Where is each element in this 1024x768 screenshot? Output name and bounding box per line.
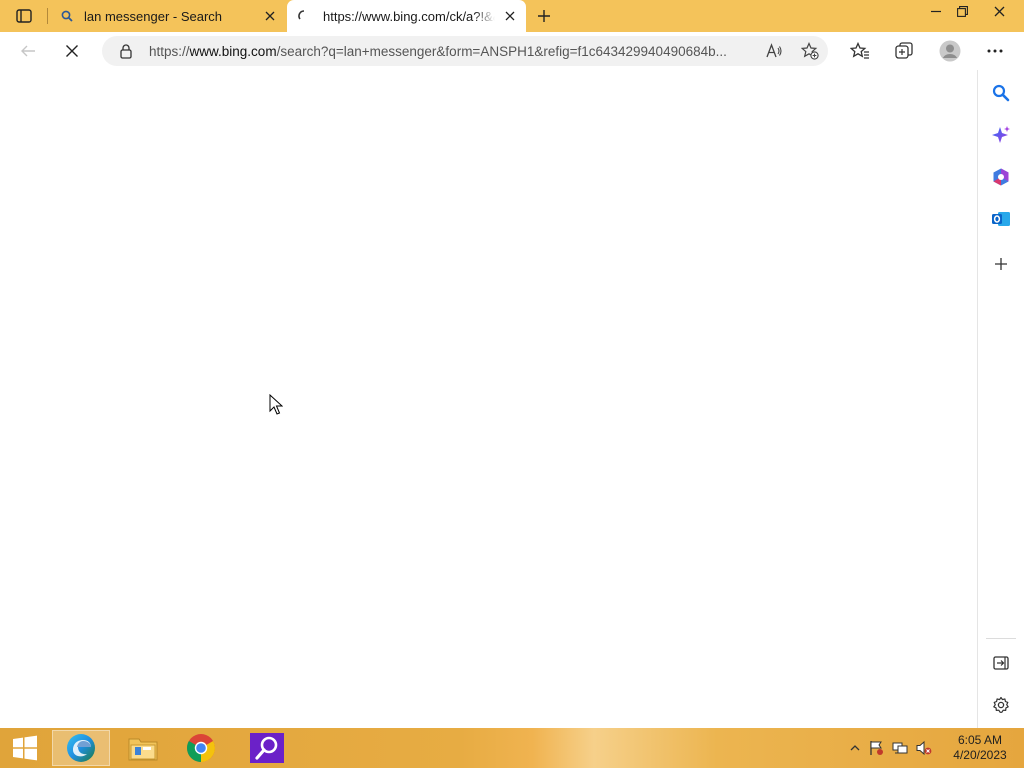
plus-icon (538, 10, 550, 22)
lock-icon[interactable] (118, 43, 134, 59)
discover-icon (992, 126, 1010, 143)
page-content[interactable] (0, 70, 977, 728)
close-icon (994, 6, 1004, 16)
collections-icon (895, 42, 913, 59)
sidebar-outlook-button[interactable] (988, 206, 1014, 232)
show-hidden-icons-icon[interactable] (850, 744, 860, 752)
tab-bing-redirect[interactable]: https://www.bing.com/ck/a?!&&p= (287, 0, 526, 32)
tab-lan-messenger-search[interactable]: lan messenger - Search (50, 0, 286, 32)
arrow-left-icon (21, 45, 35, 57)
restore-icon (956, 5, 968, 17)
sidebar-office-button[interactable] (988, 164, 1014, 190)
stop-loading-button[interactable] (57, 36, 87, 66)
read-aloud-button[interactable] (762, 40, 786, 62)
taskbar-chrome-button[interactable] (172, 730, 230, 766)
read-aloud-icon (766, 43, 782, 58)
taskbar-edge-button[interactable] (52, 730, 110, 766)
sidebar-discover-button[interactable] (988, 122, 1014, 148)
mouse-cursor-icon (269, 394, 283, 415)
file-explorer-icon (128, 738, 158, 761)
close-window-button[interactable] (980, 0, 1018, 22)
sidebar-divider (986, 638, 1016, 639)
tab-actions-button[interactable] (10, 5, 38, 27)
profile-button[interactable] (935, 36, 965, 66)
edge-sidebar (977, 70, 1024, 728)
browser-toolbar: https://www.bing.com/search?q=lan+messen… (0, 32, 1024, 102)
url-prefix: https:// (149, 44, 190, 59)
chrome-icon (187, 734, 215, 762)
start-button[interactable] (6, 733, 44, 763)
settings-and-more-button[interactable] (980, 36, 1010, 66)
close-tab-icon[interactable] (502, 8, 518, 24)
edge-icon (67, 734, 95, 762)
clock-time: 6:05 AM (957, 733, 1003, 747)
more-icon (987, 49, 1003, 53)
close-tab-icon[interactable] (262, 8, 278, 24)
system-tray (850, 740, 932, 756)
sidebar-settings-button[interactable] (988, 692, 1014, 718)
collections-button[interactable] (889, 36, 919, 66)
hide-sidebar-button[interactable] (988, 650, 1014, 676)
taskbar-clock[interactable]: 6:05 AM 4/20/2023 (946, 733, 1014, 763)
search-app-icon (250, 733, 284, 763)
windows-logo-icon (13, 735, 37, 761)
address-bar[interactable]: https://www.bing.com/search?q=lan+messen… (102, 36, 828, 66)
office-icon (993, 168, 1009, 186)
restore-button[interactable] (947, 0, 977, 22)
clock-date: 4/20/2023 (953, 748, 1007, 762)
avatar-icon (939, 40, 961, 62)
url-host: www.bing.com (189, 44, 277, 59)
add-favorite-button[interactable] (798, 40, 822, 62)
favorites-icon (850, 42, 869, 59)
sidebar-search-button[interactable] (988, 80, 1014, 106)
new-tab-button[interactable] (532, 4, 556, 28)
network-icon[interactable] (892, 740, 908, 756)
favorites-button[interactable] (845, 36, 875, 66)
stop-icon (66, 45, 78, 57)
star-add-icon (801, 42, 819, 60)
settings-icon (993, 696, 1009, 713)
taskbar-search-app-button[interactable] (238, 730, 296, 766)
windows-taskbar: 6:05 AM 4/20/2023 (0, 728, 1024, 768)
tab-actions-icon (16, 9, 32, 23)
tab-strip: lan messenger - Search https://www.bing.… (0, 0, 1024, 32)
url-text[interactable]: https://www.bing.com/search?q=lan+messen… (149, 44, 755, 59)
sidebar-add-button[interactable] (988, 251, 1014, 277)
loading-spinner-icon (297, 9, 311, 23)
hide-sidebar-icon (993, 656, 1009, 670)
taskbar-file-explorer-button[interactable] (114, 730, 172, 766)
back-button[interactable] (13, 36, 43, 66)
tab-title: https://www.bing.com/ck/a?!&&p= (323, 9, 495, 24)
url-path: /search?q=lan+messenger&form=ANSPH1&refi… (276, 44, 727, 59)
minimize-icon (931, 10, 941, 13)
action-center-flag-icon[interactable] (868, 740, 884, 756)
search-icon (60, 9, 74, 23)
tab-divider (47, 8, 48, 24)
tab-title: lan messenger - Search (84, 9, 223, 24)
search-icon (992, 84, 1010, 102)
volume-muted-icon[interactable] (916, 740, 932, 756)
add-icon (995, 258, 1007, 270)
outlook-icon (992, 212, 1010, 226)
